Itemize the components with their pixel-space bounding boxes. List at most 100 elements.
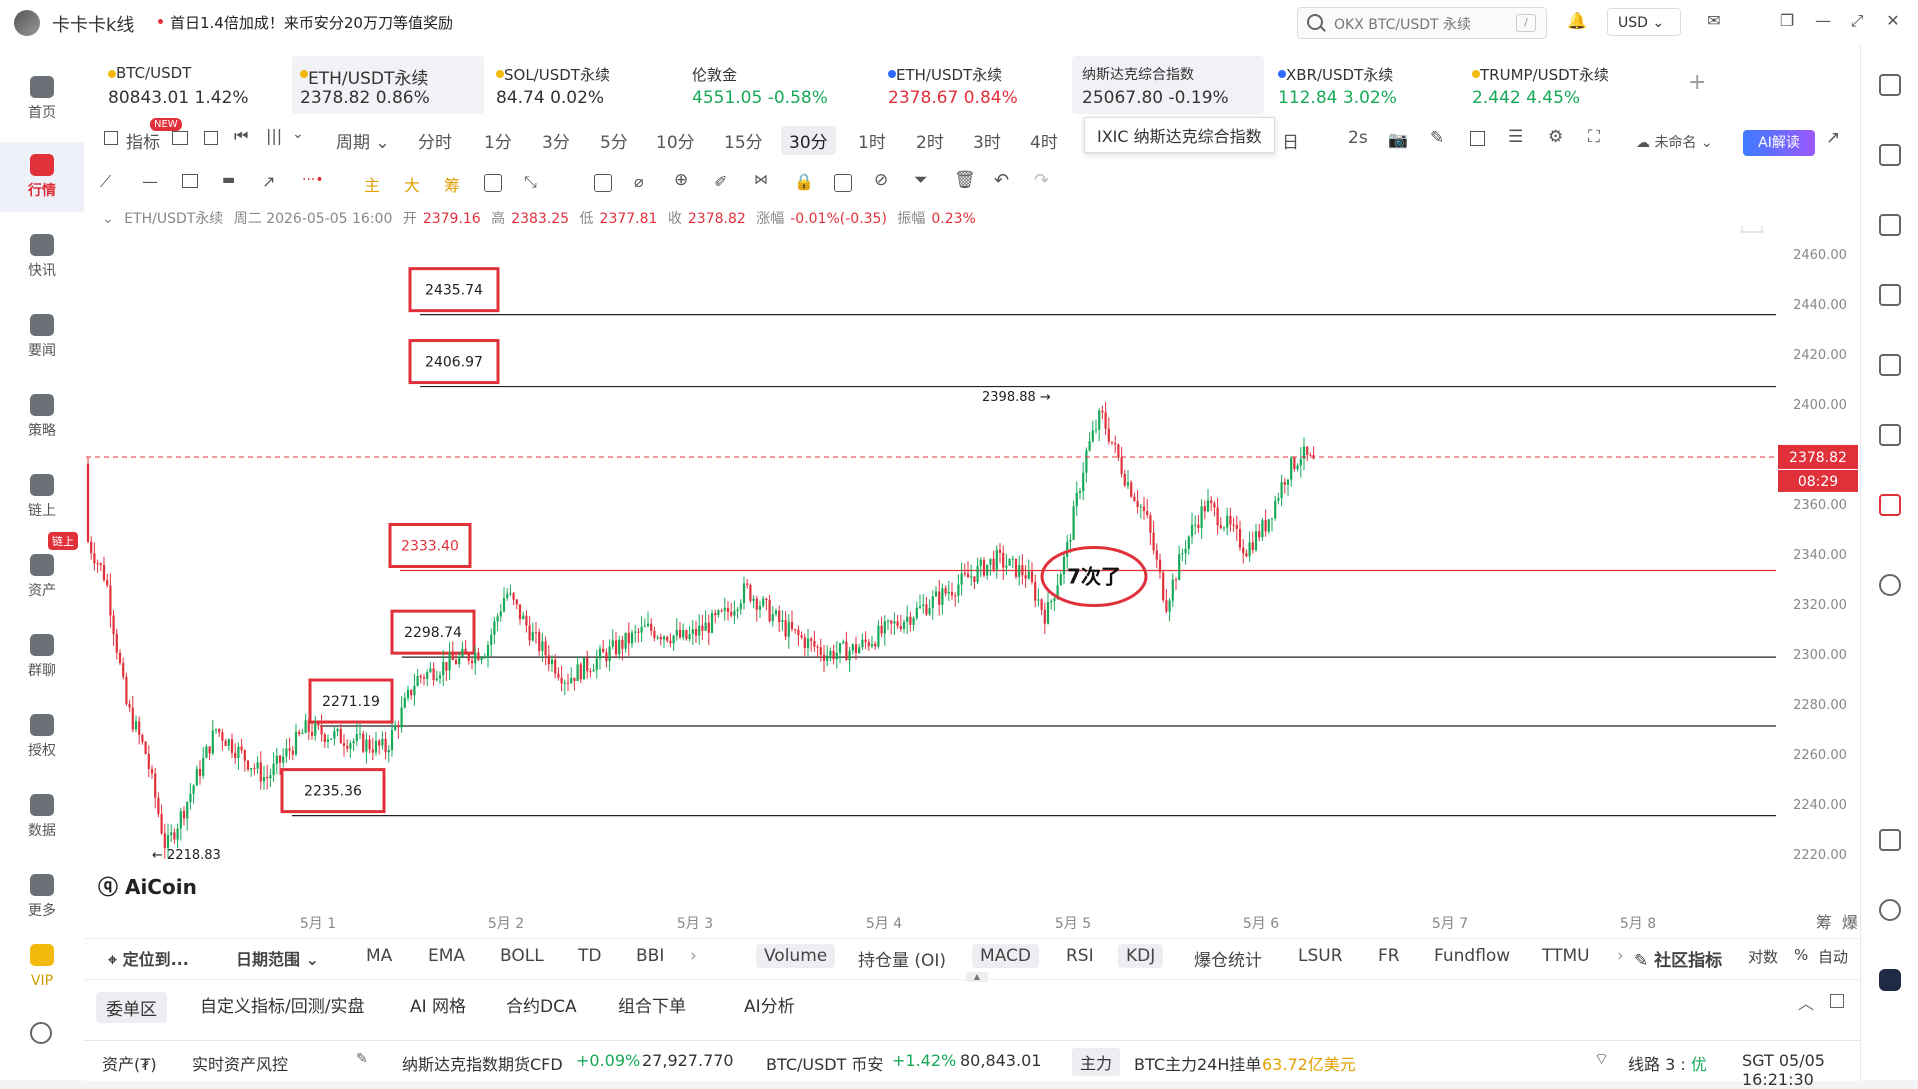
tf-9[interactable]: 3时 <box>973 128 1001 153</box>
link-icon[interactable]: ⊘ <box>874 170 888 190</box>
line-tool-icon[interactable]: ⟋ <box>100 172 111 192</box>
search-input[interactable]: OKX BTC/USDT 永续 <box>1334 14 1471 34</box>
ticker-2[interactable]: SOL/USDT永续 84.74 0.02% <box>488 56 676 114</box>
tf-day[interactable]: 日 <box>1282 128 1299 153</box>
rail-strategy[interactable]: 策略 <box>0 382 84 452</box>
undo-icon[interactable]: ↶ <box>994 170 1009 191</box>
sub-ind-0[interactable]: Volume <box>756 944 836 968</box>
ticker-6[interactable]: XBR/USDT永续 112.84 3.02% <box>1270 56 1458 114</box>
indicator-icon[interactable] <box>104 131 118 145</box>
template-dropdown[interactable]: ☁ 未命名 ⌄ <box>1636 132 1713 152</box>
main-ind-0[interactable]: MA <box>366 946 392 966</box>
trash-icon[interactable]: 🗑 <box>954 170 976 190</box>
auto-toggle[interactable]: 自动 <box>1818 946 1848 967</box>
headset-icon[interactable] <box>1879 899 1901 921</box>
menu-icon[interactable]: ☰ <box>1508 127 1523 147</box>
sub-ind-8[interactable]: Fundflow <box>1434 946 1510 966</box>
main-ind-3[interactable]: TD <box>578 946 601 966</box>
list-icon[interactable] <box>1879 74 1901 96</box>
bot-icon[interactable] <box>1879 494 1901 516</box>
chevron-right-icon[interactable]: › <box>1617 946 1624 966</box>
period-dropdown[interactable]: 周期 ⌄ <box>336 128 390 153</box>
sub-ind-1[interactable]: 持仓量 (OI) <box>858 946 946 971</box>
avatar[interactable] <box>14 10 40 36</box>
line-status[interactable]: 线路 3 : 优 <box>1628 1051 1707 1075</box>
mail-icon[interactable]: ✉ <box>1703 10 1725 32</box>
sub-ind-2[interactable]: MACD <box>972 944 1039 968</box>
refresh-interval[interactable]: 2s <box>1348 128 1368 148</box>
bell-icon[interactable]: 🔔 <box>1566 10 1588 32</box>
ruler-tool-icon[interactable]: ⌀ <box>634 172 644 191</box>
tf-4[interactable]: 10分 <box>656 128 695 153</box>
dollar-icon[interactable] <box>1879 214 1901 236</box>
section-tab-4[interactable]: 组合下单 <box>618 992 686 1017</box>
chevron-down-icon[interactable]: ⌄ <box>292 126 304 142</box>
fullscreen-icon[interactable]: ⤢ <box>1846 10 1868 32</box>
window-icon[interactable]: ❐ <box>1776 10 1798 32</box>
rail-vip[interactable]: VIP <box>0 932 84 1002</box>
magnet-icon[interactable]: ⋈ <box>754 172 768 188</box>
layout-icon[interactable] <box>1879 829 1901 851</box>
sub-ind-9[interactable]: TTMU <box>1542 946 1590 966</box>
panel-toggle-icon[interactable]: ▲ <box>966 972 988 982</box>
ticker-5[interactable]: 纳斯达克综合指数 25067.80 -0.19% <box>1072 56 1264 114</box>
rail-more[interactable]: 更多 <box>0 862 84 932</box>
main-force-tool[interactable]: 主 <box>364 172 380 196</box>
channel-tool-icon[interactable]: ▬ <box>222 172 235 188</box>
note-icon[interactable] <box>1879 144 1901 166</box>
indicator-button[interactable]: 指标 <box>126 128 160 153</box>
hide-icon[interactable] <box>834 174 852 192</box>
tf-10[interactable]: 4时 <box>1030 128 1058 153</box>
section-tab-2[interactable]: AI 网格 <box>410 992 466 1017</box>
layout-icon[interactable] <box>172 131 188 145</box>
zoom-in-icon[interactable]: ⊕ <box>674 170 688 190</box>
assets-label[interactable]: 资产(₮) <box>102 1051 157 1075</box>
tf-8[interactable]: 2时 <box>916 128 944 153</box>
section-tab-0[interactable]: 委单区 <box>96 992 167 1023</box>
window-add-icon[interactable] <box>1470 131 1485 146</box>
hline-tool-icon[interactable]: — <box>142 172 158 191</box>
section-tab-3[interactable]: 合约DCA <box>506 992 577 1017</box>
search-box[interactable]: OKX BTC/USDT 永续 / <box>1297 7 1547 39</box>
dots-tool-icon[interactable]: ···• <box>302 172 324 188</box>
trend-icon[interactable] <box>1879 284 1901 306</box>
rail-data[interactable]: 数据 <box>0 782 84 852</box>
camera-icon[interactable]: 📷 <box>1388 130 1408 149</box>
share-icon[interactable]: ↗ <box>1826 128 1840 148</box>
tf-5[interactable]: 15分 <box>724 128 763 153</box>
arrow-tool-icon[interactable]: ↗ <box>262 172 275 191</box>
eraser-icon[interactable]: ✐ <box>714 172 727 191</box>
currency-select[interactable]: USD ⌄ <box>1607 8 1681 36</box>
game-icon[interactable] <box>1879 969 1901 991</box>
monitor-icon[interactable] <box>1879 354 1901 376</box>
chip-tool[interactable]: 筹 <box>444 172 460 196</box>
minimize-icon[interactable]: — <box>1812 10 1834 32</box>
tf-2[interactable]: 3分 <box>542 128 570 153</box>
expand-icon[interactable]: ⛶ <box>1588 127 1600 147</box>
pencil-icon[interactable]: ✎ <box>356 1051 368 1067</box>
rail-headlines[interactable]: 要闻 <box>0 302 84 372</box>
filter-icon[interactable]: ⏷ <box>914 170 928 190</box>
tf-0[interactable]: 分时 <box>418 128 452 153</box>
rewind-icon[interactable]: ⏮ <box>234 126 248 146</box>
risk-control[interactable]: 实时资产风控 <box>192 1051 288 1075</box>
panel-icon[interactable] <box>204 131 218 145</box>
rect-tool-icon[interactable] <box>182 174 198 188</box>
ai-explain-button[interactable]: AI解读 <box>1743 130 1815 156</box>
sub-ind-3[interactable]: RSI <box>1066 946 1094 966</box>
rail-auth[interactable]: 授权 <box>0 702 84 772</box>
ticker-7[interactable]: TRUMP/USDT永续 2.442 4.45% <box>1464 56 1652 114</box>
etf-icon[interactable] <box>1879 424 1901 446</box>
rail-market[interactable]: 行情 <box>0 142 84 212</box>
tf-1[interactable]: 1分 <box>484 128 512 153</box>
sub-ind-5[interactable]: 爆仓统计 <box>1194 946 1262 971</box>
rail-home[interactable]: 首页 <box>0 64 84 134</box>
collapse-icon[interactable]: ⌄ <box>102 211 114 227</box>
redo-icon[interactable]: ↷ <box>1034 170 1049 191</box>
tf-7[interactable]: 1时 <box>858 128 886 153</box>
close-icon[interactable]: ✕ <box>1882 10 1904 32</box>
rail-chat[interactable]: 群聊 <box>0 622 84 692</box>
section-tab-1[interactable]: 自定义指标/回测/实盘 <box>200 992 364 1017</box>
sub-ind-7[interactable]: FR <box>1378 946 1400 966</box>
main-ind-2[interactable]: BOLL <box>500 946 544 966</box>
